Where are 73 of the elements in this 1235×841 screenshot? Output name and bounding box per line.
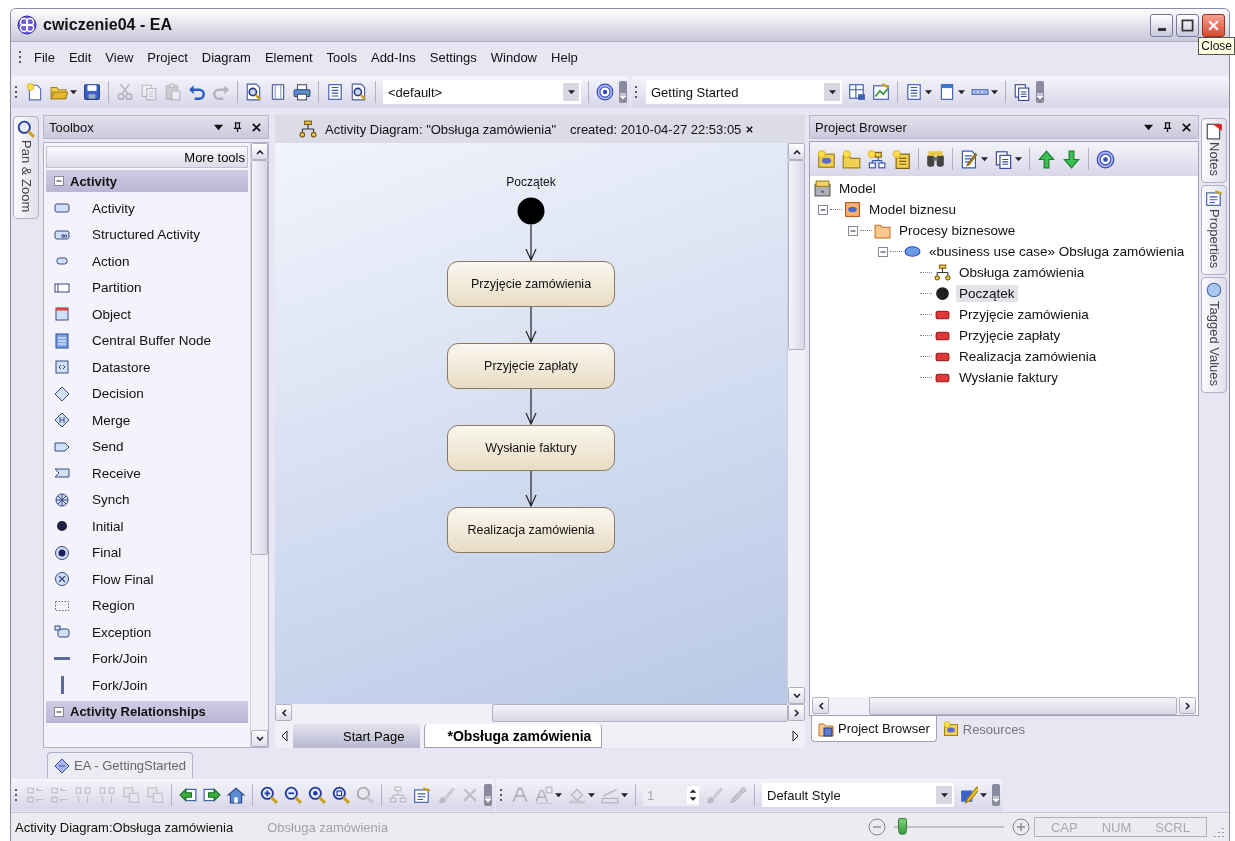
tree-item[interactable]: «business use case» Obsługa zamówienia: [926, 243, 1188, 260]
toolbox-item[interactable]: Receive: [46, 460, 248, 487]
action-node: Realizacja zamówienia: [447, 507, 615, 553]
toolbox-item[interactable]: Synch: [46, 486, 248, 513]
tree-item[interactable]: Przyjęcie zamówienia: [956, 306, 1092, 323]
toolbox-item[interactable]: Merge: [46, 407, 248, 434]
side-tab[interactable]: Properties: [1201, 184, 1227, 276]
toolbox-item[interactable]: Final: [46, 539, 248, 566]
tree-item[interactable]: Wysłanie faktury: [956, 369, 1061, 386]
menu-item[interactable]: Help: [544, 46, 585, 68]
document-tab[interactable]: EA - GettingStarted: [47, 752, 193, 778]
diagram-title: Activity Diagram: "Obsługa zamówienia": [325, 121, 557, 137]
tree-item[interactable]: Realizacja zamówienia: [956, 348, 1100, 365]
toolbox-item[interactable]: Fork/Join: [46, 645, 248, 672]
status-indicator: CAP: [1049, 819, 1079, 835]
action-node: Przyjęcie zapłaty: [447, 343, 615, 389]
toolbox-item[interactable]: Action: [46, 248, 248, 275]
toolbox-item[interactable]: Partition: [46, 274, 248, 301]
toolbox-item[interactable]: Central Buffer Node: [46, 327, 248, 354]
tree-item[interactable]: Początek: [956, 285, 1018, 302]
workspace-dropdown[interactable]: Getting Started: [646, 80, 842, 104]
toolbox-item[interactable]: Exception: [46, 619, 248, 646]
toolbox-item[interactable]: Decision: [46, 380, 248, 407]
tree-item[interactable]: Przyjęcie zapłaty: [956, 327, 1064, 344]
menu-item[interactable]: Diagram: [194, 46, 258, 68]
status-text: Activity Diagram:Obsługa zamówienia: [15, 819, 234, 835]
view-dropdown[interactable]: <default>: [383, 80, 581, 104]
section-title: Activity Relationships: [70, 704, 206, 719]
toolbox-item[interactable]: Object: [46, 301, 248, 328]
toolbox-item[interactable]: Flow Final: [46, 566, 248, 593]
action-node: Przyjęcie zamówienia: [447, 261, 615, 307]
toolbox-item[interactable]: Region: [46, 592, 248, 619]
section-header[interactable]: Activity: [46, 170, 248, 192]
tree-item[interactable]: Procesy biznesowe: [896, 222, 1019, 239]
panel-title: Project Browser: [815, 119, 908, 135]
toolbox-item[interactable]: Activity: [46, 195, 248, 222]
toolbox-item[interactable]: Structured Activity: [46, 221, 248, 248]
menu-item[interactable]: Add-Ins: [363, 46, 423, 68]
status-indicator: NUM: [1100, 819, 1133, 835]
panel-tab[interactable]: Resources: [936, 716, 1031, 742]
tree-item[interactable]: Obsługa zamówienia: [956, 264, 1088, 281]
tree-item[interactable]: Model: [836, 180, 879, 197]
style-dropdown[interactable]: Default Style: [762, 783, 954, 807]
menu-item[interactable]: Project: [140, 46, 195, 68]
tooltip: Close: [1198, 37, 1235, 55]
more-tools-button[interactable]: More tools: [46, 146, 248, 168]
status-text: Obsługa zamówienia: [267, 819, 388, 835]
menu-item[interactable]: Edit: [61, 46, 99, 68]
toolbox-item[interactable]: Initial: [46, 513, 248, 540]
toolbox-item[interactable]: Fork/Join: [46, 672, 248, 699]
side-tab[interactable]: Tagged Values: [1201, 277, 1227, 394]
node-label: Początek: [506, 175, 556, 189]
status-indicator: SCRL: [1154, 819, 1191, 835]
panel-tab[interactable]: Project Browser: [811, 716, 937, 742]
diagram-tab[interactable]: *Obsługa zamówienia: [424, 724, 603, 748]
menu-item[interactable]: Window: [483, 46, 544, 68]
panel-title: Toolbox: [49, 119, 95, 135]
action-node: Wysłanie faktury: [447, 425, 615, 471]
side-tab[interactable]: Notes: [1201, 118, 1227, 183]
menu-item[interactable]: Tools: [319, 46, 364, 68]
menu-item[interactable]: View: [98, 46, 141, 68]
section-title: Activity: [70, 173, 117, 189]
toolbox-item[interactable]: Send: [46, 433, 248, 460]
menu-item[interactable]: Settings: [422, 46, 484, 68]
menu-item[interactable]: Element: [257, 46, 320, 68]
section-header[interactable]: Activity Relationships: [46, 700, 248, 723]
menu-item[interactable]: File: [27, 46, 62, 68]
window-title: cwiczenie04 - EA: [43, 16, 172, 34]
toolbox-item[interactable]: Datastore: [46, 354, 248, 381]
diagram-tab[interactable]: Start Page: [293, 724, 421, 748]
side-tab[interactable]: Pan & Zoom: [13, 116, 39, 220]
tree-item[interactable]: Model biznesu: [866, 201, 960, 218]
diagram-created: created: 2010-04-27 22:53:05: [570, 121, 742, 137]
